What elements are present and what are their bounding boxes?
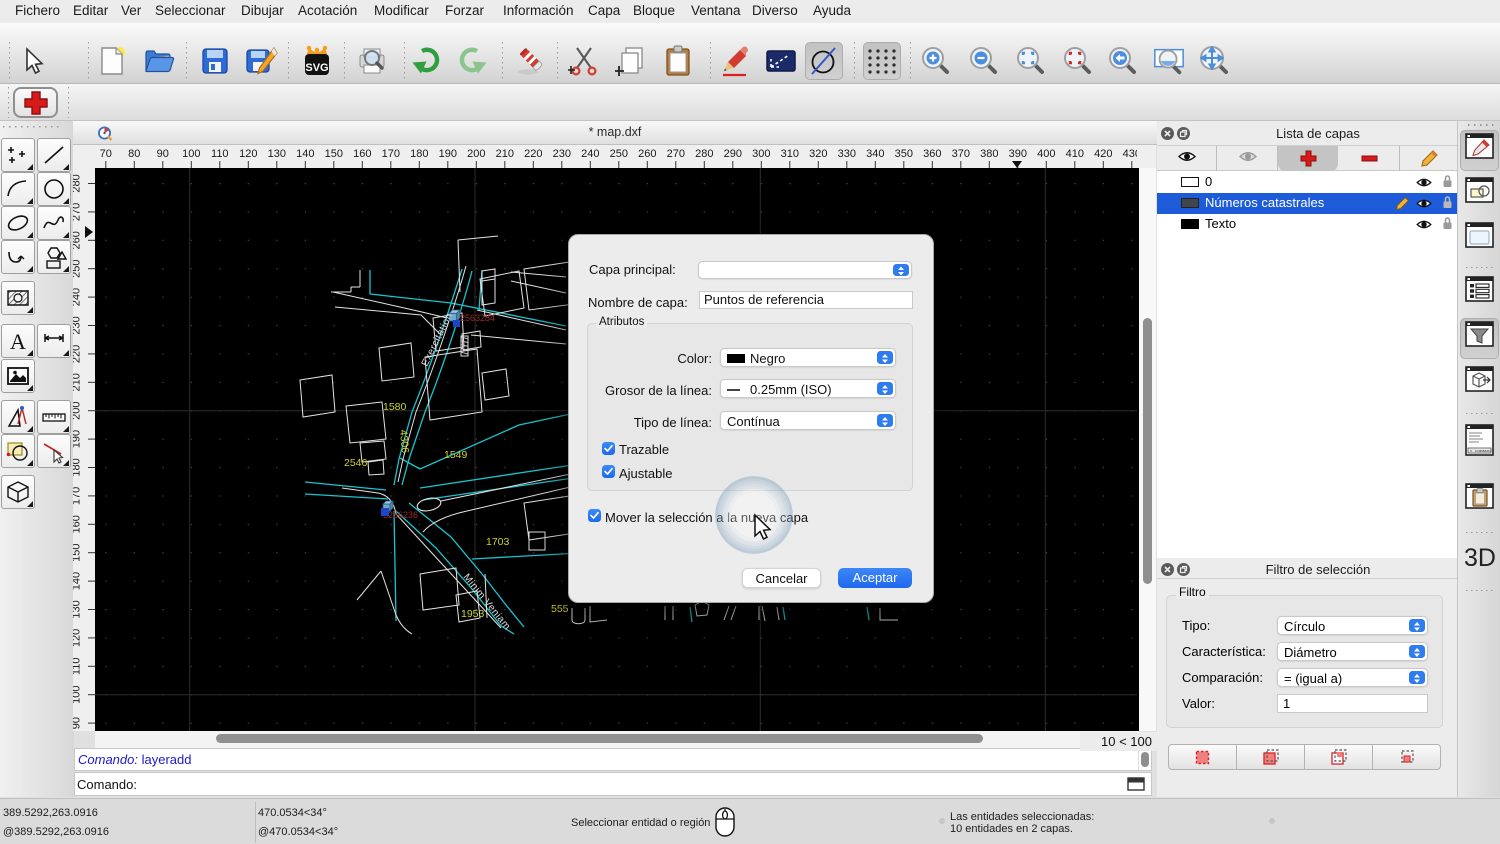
svg-text:430: 430	[1123, 148, 1137, 160]
svg-text:200: 200	[467, 148, 485, 160]
svg-text:90: 90	[157, 148, 169, 160]
svg-text:320: 320	[809, 148, 827, 160]
svg-text:390: 390	[1009, 148, 1027, 160]
svg-text:250: 250	[73, 260, 83, 278]
svg-text:100: 100	[182, 148, 200, 160]
svg-text:230: 230	[73, 316, 83, 334]
svg-text:380: 380	[980, 148, 998, 160]
svg-text:210: 210	[496, 148, 514, 160]
svg-text:400: 400	[1037, 148, 1055, 160]
svg-text:220: 220	[73, 345, 83, 363]
svg-text:240: 240	[73, 288, 83, 306]
svg-text:420: 420	[1094, 148, 1112, 160]
svg-text:340: 340	[866, 148, 884, 160]
svg-text:310: 310	[781, 148, 799, 160]
svg-text:1703: 1703	[486, 536, 510, 548]
svg-text:555: 555	[551, 603, 569, 615]
svg-text:90: 90	[73, 717, 83, 729]
svg-text:180: 180	[73, 458, 83, 476]
svg-text:240: 240	[581, 148, 599, 160]
svg-text:330: 330	[838, 148, 856, 160]
svg-text:260: 260	[73, 231, 83, 249]
svg-text:1549: 1549	[444, 449, 468, 461]
svg-text:140: 140	[73, 572, 83, 590]
svg-text:370: 370	[952, 148, 970, 160]
svg-text:270: 270	[667, 148, 685, 160]
svg-text:1953: 1953	[461, 608, 485, 620]
svg-text:410: 410	[1066, 148, 1084, 160]
svg-text:360: 360	[923, 148, 941, 160]
svg-text:220: 220	[524, 148, 542, 160]
svg-text:140: 140	[296, 148, 314, 160]
svg-text:130: 130	[268, 148, 286, 160]
svg-text:150: 150	[73, 544, 83, 562]
svg-text:180: 180	[410, 148, 428, 160]
svg-text:160: 160	[73, 515, 83, 533]
svg-text:350: 350	[895, 148, 913, 160]
svg-text:130: 130	[73, 600, 83, 618]
svg-text:80: 80	[128, 148, 140, 160]
svg-text:300: 300	[752, 148, 770, 160]
svg-text:230: 230	[553, 148, 571, 160]
svg-text:260: 260	[638, 148, 656, 160]
svg-text:150: 150	[325, 148, 343, 160]
svg-text:290: 290	[724, 148, 742, 160]
svg-text:190: 190	[439, 148, 457, 160]
svg-text:160: 160	[353, 148, 371, 160]
svg-text:c command: c command	[1470, 449, 1492, 454]
svg-text:70: 70	[100, 148, 112, 160]
svg-text:170: 170	[73, 487, 83, 505]
svg-text:4306: 4306	[397, 429, 411, 453]
svg-text:110: 110	[211, 148, 229, 160]
svg-text:A: A	[10, 329, 26, 354]
svg-text:2546: 2546	[344, 457, 368, 469]
svg-text:280: 280	[695, 148, 713, 160]
svg-text:170: 170	[382, 148, 400, 160]
svg-text:110: 110	[73, 658, 83, 676]
svg-text:210: 210	[73, 373, 83, 391]
svg-text:SVG: SVG	[305, 62, 328, 74]
svg-text:280: 280	[73, 174, 83, 192]
svg-text:120: 120	[239, 148, 257, 160]
svg-text:250: 250	[610, 148, 628, 160]
svg-text:100: 100	[73, 686, 83, 704]
svg-text:270: 270	[73, 203, 83, 221]
svg-text:120: 120	[73, 629, 83, 647]
svg-text:2563284: 2563284	[460, 313, 495, 323]
svg-text:200: 200	[73, 402, 83, 420]
svg-text:1580: 1580	[383, 401, 407, 413]
svg-text:190: 190	[73, 430, 83, 448]
